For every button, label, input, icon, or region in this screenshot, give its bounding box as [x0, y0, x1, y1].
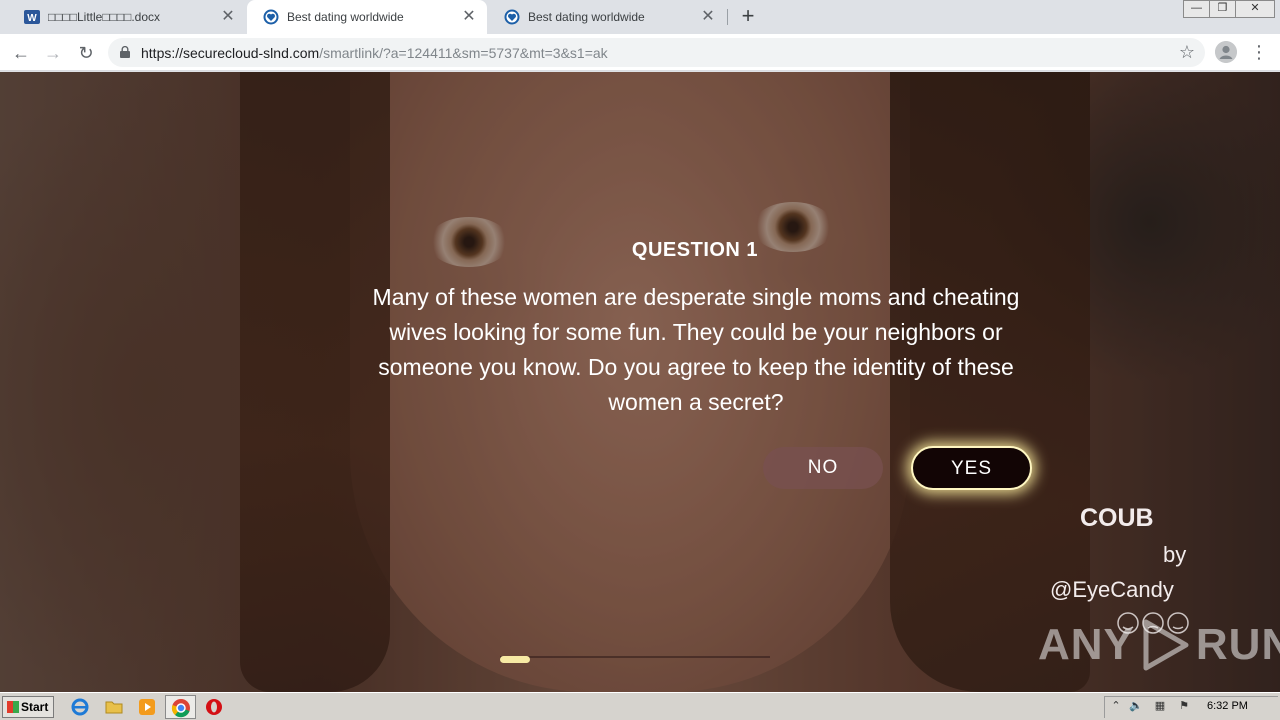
browser-menu-icon[interactable]: ⋮ [1250, 42, 1268, 64]
tab-separator [727, 9, 728, 25]
internet-explorer-icon[interactable] [70, 697, 90, 717]
anyrun-watermark: ANY RUN [1038, 618, 1280, 672]
close-window-button[interactable]: ✕ [1235, 0, 1275, 18]
no-button[interactable]: NO [763, 447, 883, 489]
yes-button[interactable]: YES [911, 446, 1032, 490]
minimize-button[interactable]: — [1183, 0, 1210, 18]
lock-icon [120, 46, 130, 58]
credit-by: by [1163, 542, 1187, 567]
browser-tab-strip: W □□□□Little□□□□.docx ✕ Best dating worl… [0, 0, 1280, 34]
tab-close-icon[interactable]: ✕ [220, 9, 236, 25]
heart-shield-icon [504, 9, 520, 25]
tab-title: Best dating worldwide [528, 10, 645, 24]
bookmark-star-icon[interactable]: ☆ [1179, 42, 1195, 63]
media-player-icon[interactable] [137, 697, 157, 717]
start-button[interactable]: Start [2, 696, 54, 718]
progress-fill [500, 656, 530, 663]
watermark-text-left: ANY [1038, 620, 1134, 669]
tab-dating[interactable]: Best dating worldwide ✕ [488, 0, 726, 34]
tab-close-icon[interactable]: ✕ [700, 9, 716, 25]
chrome-icon [171, 699, 190, 718]
tab-close-icon[interactable]: ✕ [461, 9, 477, 25]
new-tab-button[interactable]: + [736, 5, 760, 29]
url-host: https://securecloud-slnd.com [141, 45, 320, 61]
url-path: /smartlink/?a=124411&sm=5737&mt=3&s1=ak [319, 45, 608, 61]
address-bar[interactable]: https://securecloud-slnd.com/smartlink/?… [108, 38, 1205, 67]
volume-icon[interactable]: 🔈 [1129, 699, 1143, 713]
opera-icon[interactable] [204, 697, 224, 717]
chrome-taskbar-button[interactable] [165, 695, 196, 719]
profile-avatar-icon[interactable] [1215, 41, 1237, 63]
taskbar-clock[interactable]: 6:32 PM [1207, 700, 1248, 712]
coub-brand: COUB [1080, 504, 1154, 532]
tab-document[interactable]: W □□□□Little□□□□.docx ✕ [8, 0, 246, 34]
question-title: QUESTION 1 [631, 239, 759, 261]
heart-shield-icon [263, 9, 279, 25]
windows-taskbar: Start ⌃ 🔈 ▦ ⚑ 6:32 PM [0, 692, 1280, 720]
web-page-content: QUESTION 1 Many of these women are despe… [0, 72, 1280, 692]
tray-expand-icon[interactable]: ⌃ [1109, 699, 1123, 713]
network-icon[interactable]: ▦ [1153, 699, 1167, 713]
folder-icon[interactable] [104, 697, 124, 717]
url-text[interactable]: https://securecloud-slnd.com/smartlink/?… [141, 45, 608, 61]
back-button[interactable]: ← [8, 40, 34, 66]
word-doc-icon: W [24, 10, 40, 24]
browser-toolbar: ← → ↻ https://securecloud-slnd.com/smart… [0, 34, 1280, 71]
reload-button[interactable]: ↻ [73, 40, 99, 66]
tab-title: Best dating worldwide [287, 10, 404, 24]
tab-dating-active[interactable]: Best dating worldwide ✕ [247, 0, 487, 34]
play-logo-icon [1143, 619, 1189, 671]
svg-text:W: W [27, 13, 37, 24]
question-text: Many of these women are desperate single… [372, 284, 1020, 415]
watermark-text-right: RUN [1195, 620, 1280, 669]
windows-flag-icon [7, 701, 19, 713]
credit-author: @EyeCandy [1050, 577, 1174, 602]
forward-button[interactable]: → [40, 40, 66, 66]
action-center-flag-icon[interactable]: ⚑ [1177, 699, 1191, 713]
start-label: Start [21, 700, 49, 714]
progress-track [500, 656, 770, 658]
restore-button[interactable]: ❐ [1209, 0, 1236, 18]
tab-title: □□□□Little□□□□.docx [48, 10, 161, 24]
